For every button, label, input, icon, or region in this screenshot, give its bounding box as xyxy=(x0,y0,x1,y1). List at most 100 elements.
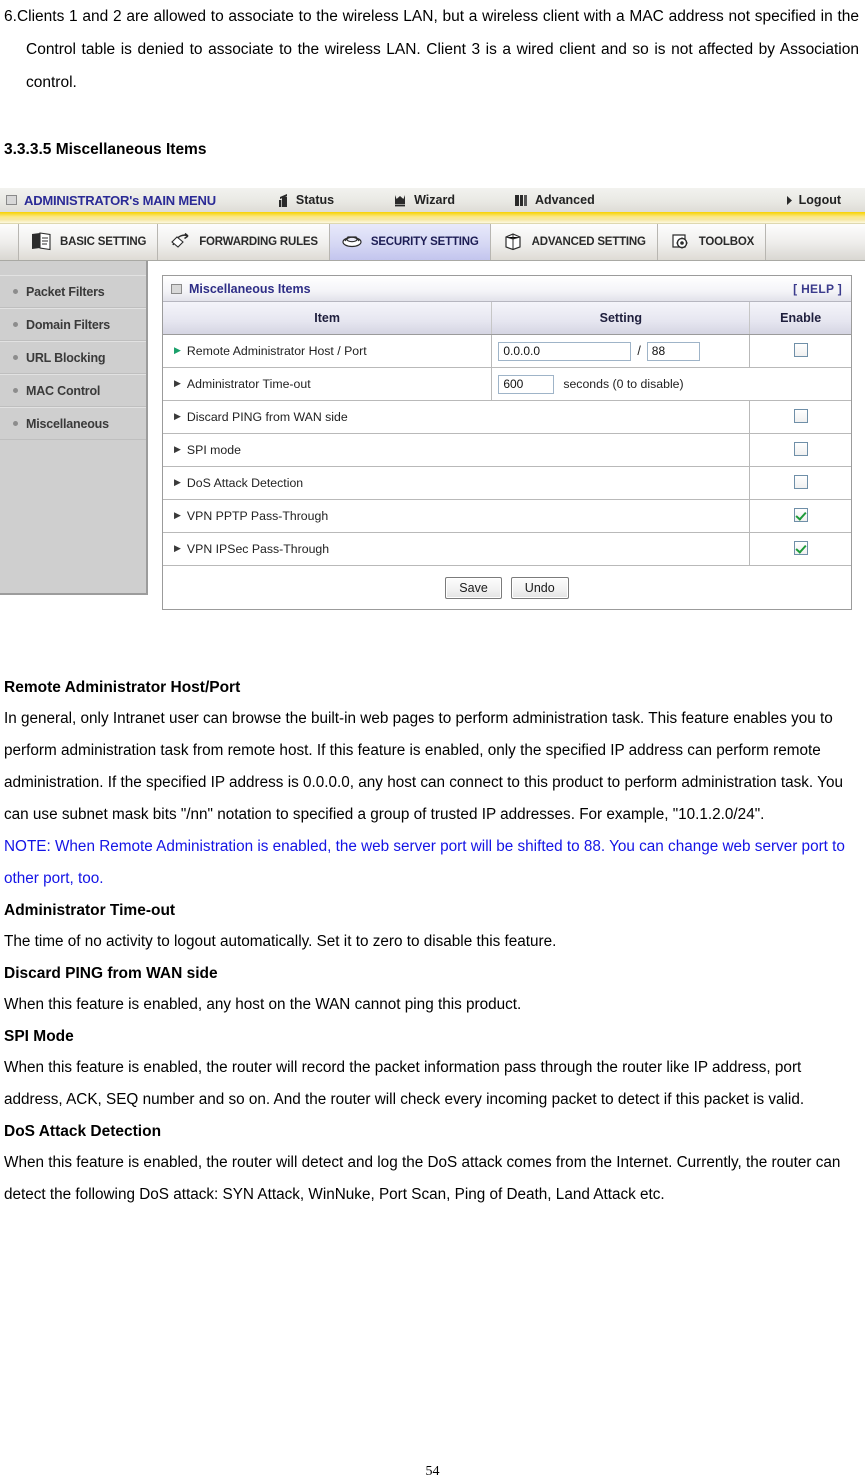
separator-slash: / xyxy=(637,344,641,358)
undo-button[interactable]: Undo xyxy=(510,576,569,599)
miscellaneous-items-panel: Miscellaneous Items [ HELP ] Item Settin… xyxy=(162,275,852,610)
bullet-icon xyxy=(13,289,18,294)
row-label-vpn-pptp-pass-through: ▶ VPN PPTP Pass-Through xyxy=(163,499,750,533)
enable-checkbox-spi-mode[interactable] xyxy=(793,441,808,456)
miscellaneous-settings-table: Item Setting Enable ▶ Remote Administrat… xyxy=(163,302,851,565)
topmenu-item-logout[interactable]: Logout xyxy=(786,193,841,207)
wizard-icon xyxy=(392,193,408,208)
tab-toolbox[interactable]: TOOLBOX xyxy=(657,224,767,260)
remote-admin-port-input[interactable] xyxy=(646,341,700,361)
row-enable-remote-administrator-host-port xyxy=(749,334,851,368)
sidebar-item-packet-filters[interactable]: Packet Filters xyxy=(0,275,146,308)
paragraph-remote-administrator-note: NOTE: When Remote Administration is enab… xyxy=(4,838,845,887)
row-setting-remote-administrator-host-port: / xyxy=(491,334,750,368)
row-enable-vpn-pptp xyxy=(749,499,851,533)
sidebar-label-miscellaneous: Miscellaneous xyxy=(26,416,109,431)
table-row: ▶ DoS Attack Detection xyxy=(163,466,851,500)
arrow-right-icon: ▶ xyxy=(174,344,181,355)
row-label-administrator-time-out: ▶ Administrator Time-out xyxy=(163,367,492,401)
table-row: ▶ VPN PPTP Pass-Through xyxy=(163,499,851,533)
list-item-text: Clients 1 and 2 are allowed to associate… xyxy=(16,8,859,91)
topmenu-label-wizard: Wizard xyxy=(414,193,455,207)
administrator-timeout-input[interactable] xyxy=(498,374,555,394)
row-enable-discard-ping xyxy=(749,400,851,434)
page-number: 54 xyxy=(425,1464,440,1479)
paragraph-remote-administrator: In general, only Intranet user can brows… xyxy=(4,710,843,823)
arrow-right-icon: ▶ xyxy=(174,377,181,388)
admin-content-area: Packet Filters Domain Filters URL Blocki… xyxy=(0,261,865,625)
sidebar-label-packet-filters: Packet Filters xyxy=(26,284,105,299)
cube-icon xyxy=(502,231,525,254)
row-enable-dos-attack-detection xyxy=(749,466,851,500)
page-title: 3.3.3.5 Miscellaneous Items xyxy=(4,141,207,158)
main-tab-bar: BASIC SETTING FORWARDING RULES SECURITY … xyxy=(0,224,865,261)
tab-security-setting[interactable]: SECURITY SETTING xyxy=(329,224,491,260)
tab-label-forwarding-rules: FORWARDING RULES xyxy=(199,236,318,248)
tab-advanced-setting[interactable]: ADVANCED SETTING xyxy=(490,224,658,260)
bullet-icon xyxy=(13,388,18,393)
bullet-icon xyxy=(13,355,18,360)
sidebar-item-domain-filters[interactable]: Domain Filters xyxy=(0,308,146,341)
sidebar-item-miscellaneous[interactable]: Miscellaneous xyxy=(0,407,146,440)
column-header-item: Item xyxy=(163,302,492,335)
admin-top-menu: ADMINISTRATOR's MAIN MENU Status Wizard … xyxy=(0,188,865,212)
table-row: ▶ VPN IPSec Pass-Through xyxy=(163,532,851,565)
panel-header: Miscellaneous Items [ HELP ] xyxy=(163,276,851,302)
panel-button-row: Save Undo xyxy=(163,565,851,609)
router-admin-screenshot: ADMINISTRATOR's MAIN MENU Status Wizard … xyxy=(0,188,865,628)
sidebar-item-url-blocking[interactable]: URL Blocking xyxy=(0,341,146,374)
enable-checkbox-discard-ping[interactable] xyxy=(793,408,808,423)
list-item-number: 6. xyxy=(4,8,17,25)
sidebar-item-mac-control[interactable]: MAC Control xyxy=(0,374,146,407)
paragraph-spi-mode: When this feature is enabled, the router… xyxy=(4,1059,805,1108)
bullet-icon xyxy=(13,322,18,327)
enable-checkbox-vpn-pptp[interactable] xyxy=(793,507,808,522)
timeout-unit-label: seconds (0 to disable) xyxy=(563,377,684,391)
save-button[interactable]: Save xyxy=(445,576,502,599)
sidebar-label-url-blocking: URL Blocking xyxy=(26,350,106,365)
row-label-discard-ping-from-wan-side: ▶ Discard PING from WAN side xyxy=(163,400,750,434)
topmenu-item-status[interactable]: Status xyxy=(276,193,334,208)
topmenu-label-advanced: Advanced xyxy=(534,193,595,207)
enable-checkbox-remote-admin[interactable] xyxy=(793,342,808,357)
settings-main: Miscellaneous Items [ HELP ] Item Settin… xyxy=(148,261,865,625)
window-icon xyxy=(171,283,182,294)
heading-administrator-time-out: Administrator Time-out xyxy=(4,902,176,919)
sidebar-label-domain-filters: Domain Filters xyxy=(26,317,111,332)
table-row: ▶ Administrator Time-out seconds (0 to d… xyxy=(163,367,851,401)
row-label-dos-attack-detection: ▶ DoS Attack Detection xyxy=(163,466,750,500)
tab-label-security-setting: SECURITY SETTING xyxy=(370,236,479,248)
panel-title: Miscellaneous Items xyxy=(189,281,311,296)
row-enable-spi-mode xyxy=(749,433,851,467)
sidebar-label-mac-control: MAC Control xyxy=(26,383,101,398)
tab-label-basic-setting: BASIC SETTING xyxy=(60,236,147,248)
topmenu-item-wizard[interactable]: Wizard xyxy=(392,193,455,208)
row-enable-vpn-ipsec xyxy=(749,532,851,565)
paragraph-administrator-time-out: The time of no activity to logout automa… xyxy=(4,933,557,950)
table-row: ▶ SPI mode xyxy=(163,433,851,467)
chevron-right-icon xyxy=(786,195,793,205)
table-row: ▶ Remote Administrator Host / Port / xyxy=(163,334,851,368)
window-icon xyxy=(6,195,17,205)
arrow-right-icon: ▶ xyxy=(174,410,181,421)
topmenu-label-status: Status xyxy=(295,193,335,207)
remote-admin-host-input[interactable] xyxy=(498,341,632,361)
topmenu-item-advanced[interactable]: Advanced xyxy=(513,193,595,208)
list-item: 6.Clients 1 and 2 are allowed to associa… xyxy=(4,0,859,99)
enable-checkbox-vpn-ipsec[interactable] xyxy=(793,540,808,555)
tab-forwarding-rules[interactable]: FORWARDING RULES xyxy=(158,224,330,260)
book-icon xyxy=(30,231,53,254)
topmenu-label-logout: Logout xyxy=(798,193,841,207)
arrow-right-icon: ▶ xyxy=(174,542,181,553)
row-setting-administrator-time-out: seconds (0 to disable) xyxy=(491,367,851,401)
tab-label-advanced-setting: ADVANCED SETTING xyxy=(531,236,646,248)
arrows-icon xyxy=(169,231,192,254)
heading-spi-mode: SPI Mode xyxy=(4,1028,74,1045)
security-sidebar: Packet Filters Domain Filters URL Blocki… xyxy=(0,261,148,595)
enable-checkbox-dos-attack-detection[interactable] xyxy=(793,474,808,489)
status-icon xyxy=(276,193,290,208)
help-link[interactable]: [ HELP ] xyxy=(793,282,842,296)
document-body: 6.Clients 1 and 2 are allowed to associa… xyxy=(0,0,865,159)
tab-basic-setting[interactable]: BASIC SETTING xyxy=(18,224,159,260)
accent-bar xyxy=(0,212,865,224)
